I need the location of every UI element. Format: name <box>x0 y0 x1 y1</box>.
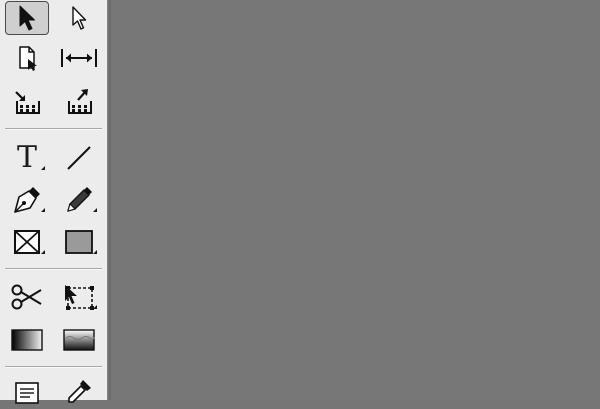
content-collector-tool-button[interactable] <box>5 84 49 118</box>
note-tool-button[interactable] <box>5 375 49 409</box>
flyout-indicator <box>41 166 45 170</box>
content-collector-icon <box>15 91 40 114</box>
pen-tool-button[interactable] <box>5 183 49 217</box>
content-placer-icon <box>68 89 92 114</box>
page-tool-button[interactable] <box>5 41 49 75</box>
flyout-indicator <box>93 250 97 254</box>
type-icon: T <box>16 140 37 175</box>
toolbox-separator <box>5 366 102 368</box>
toolbox-separator <box>5 128 102 130</box>
selection-tool-button[interactable] <box>5 1 49 35</box>
pencil-tool-button[interactable] <box>57 183 101 217</box>
rectangle-icon <box>65 230 93 254</box>
rectangle-tool-button[interactable] <box>57 225 101 259</box>
rectangle-frame-tool-button[interactable] <box>5 225 49 259</box>
direct-selection-tool-button[interactable] <box>57 1 101 35</box>
gradient-swatch-icon <box>11 329 43 351</box>
note-icon <box>15 382 39 404</box>
toolbox-separator <box>5 268 102 270</box>
rectangle-frame-icon <box>14 230 40 254</box>
pen-nib-icon <box>14 187 40 213</box>
page-icon <box>19 46 37 71</box>
line-icon <box>67 146 91 170</box>
pencil-icon <box>67 187 92 212</box>
flyout-indicator <box>41 208 45 212</box>
tools-panel: T <box>0 0 107 404</box>
gradient-swatch-tool-button[interactable] <box>5 323 49 357</box>
flyout-indicator <box>93 208 97 212</box>
line-tool-button[interactable] <box>57 141 101 175</box>
gradient-feather-icon <box>63 329 95 351</box>
gradient-feather-tool-button[interactable] <box>57 323 101 357</box>
scissors-tool-button[interactable] <box>5 280 49 314</box>
flyout-indicator <box>93 305 97 309</box>
scissors-icon <box>11 284 42 310</box>
flyout-indicator <box>41 250 45 254</box>
eyedropper-tool-button[interactable] <box>57 375 101 409</box>
free-transform-tool-button[interactable] <box>57 280 101 314</box>
document-canvas-pasteboard[interactable] <box>111 0 600 400</box>
free-transform-icon <box>65 285 94 310</box>
content-placer-tool-button[interactable] <box>57 84 101 118</box>
gap-arrows-icon <box>61 49 97 67</box>
type-tool-button[interactable]: T <box>5 141 49 175</box>
selection-arrow-icon <box>19 5 35 31</box>
direct-selection-arrow-icon <box>72 6 87 30</box>
eyedropper-icon <box>68 380 91 403</box>
gap-tool-button[interactable] <box>57 41 101 75</box>
